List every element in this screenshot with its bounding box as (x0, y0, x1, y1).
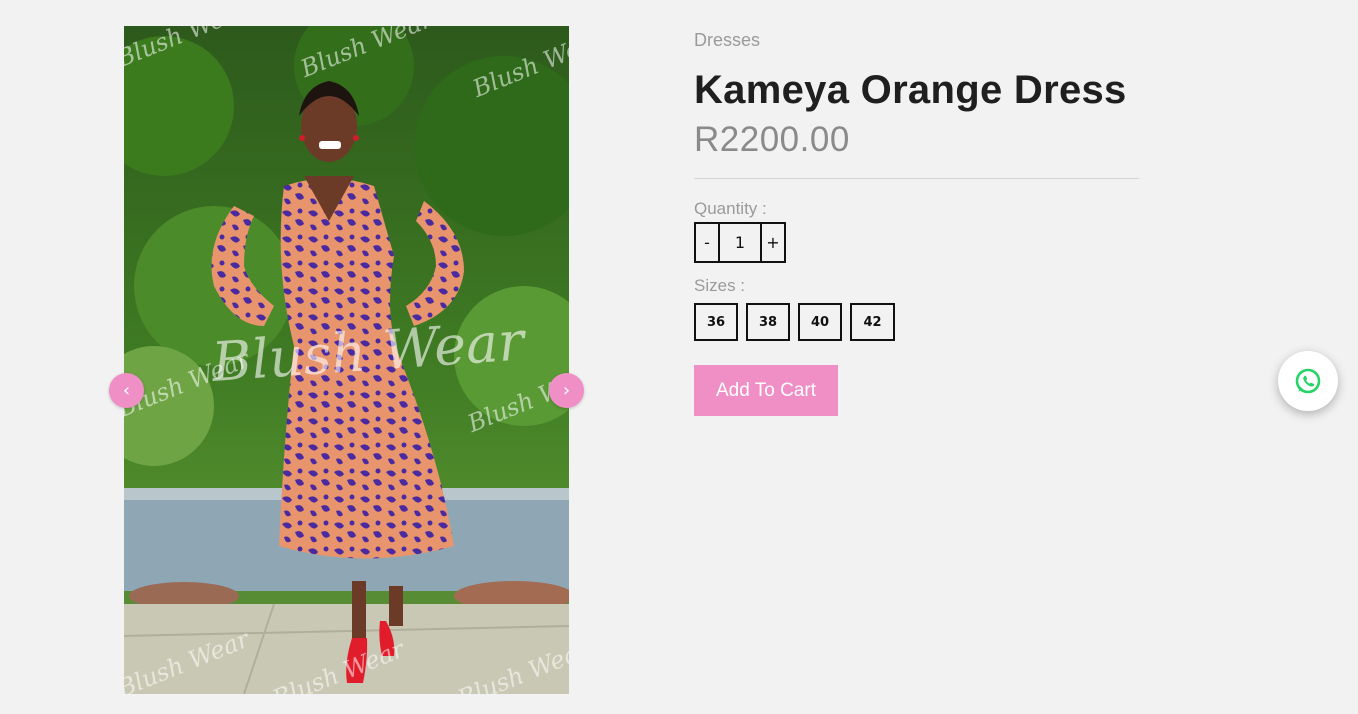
gallery-next-button[interactable]: › (549, 373, 584, 408)
whatsapp-chat-button[interactable] (1278, 351, 1338, 411)
divider (694, 178, 1139, 179)
quantity-decrement-button[interactable]: - (694, 222, 720, 263)
product-page: Blush Wear Blush Wear Blush Wear Blush W… (0, 0, 1358, 714)
sizes-label: Sizes : (694, 276, 746, 295)
size-option-42[interactable]: 42 (850, 303, 895, 341)
dress-photo (124, 26, 569, 694)
quantity-value[interactable]: 1 (720, 222, 760, 263)
product-image: Blush Wear Blush Wear Blush Wear Blush W… (124, 26, 569, 694)
quantity-increment-button[interactable]: + (760, 222, 786, 263)
quantity-stepper: - 1 + (694, 222, 1139, 263)
add-to-cart-button[interactable]: Add To Cart (694, 365, 838, 416)
size-options: 36 38 40 42 (694, 303, 1139, 341)
size-option-36[interactable]: 36 (694, 303, 738, 341)
product-category: Dresses (694, 30, 761, 50)
size-option-40[interactable]: 40 (798, 303, 842, 341)
quantity-label: Quantity : (694, 199, 767, 218)
product-title: Kameya Orange Dress (694, 68, 1127, 112)
whatsapp-icon (1295, 368, 1321, 394)
gallery-prev-button[interactable]: ‹ (109, 373, 144, 408)
product-price: R2200.00 (694, 120, 850, 159)
product-details: Dresses Kameya Orange Dress R2200.00 Qua… (694, 26, 1139, 416)
size-option-38[interactable]: 38 (746, 303, 790, 341)
